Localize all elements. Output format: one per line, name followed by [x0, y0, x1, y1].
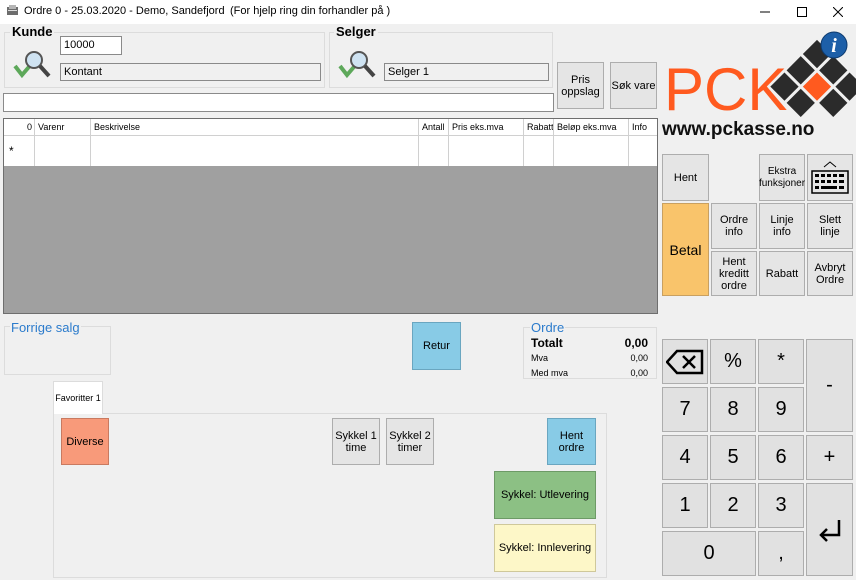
key-5[interactable]: 5	[710, 435, 756, 480]
key-7[interactable]: 7	[662, 387, 708, 432]
avbryt-ordre-button[interactable]: Avbryt Ordre	[807, 251, 853, 296]
ordre-info-button[interactable]: Ordre info	[711, 203, 757, 249]
slett-linje-button[interactable]: Slett linje	[807, 203, 853, 249]
seller-name-field: Selger 1	[384, 63, 549, 81]
grid-column-header: Rabatt	[524, 119, 554, 135]
help-text: (For hjelp ring din forhandler på )	[230, 5, 391, 17]
grid-column-header: Antall	[419, 119, 449, 135]
maximize-icon	[797, 7, 807, 17]
key-8[interactable]: 8	[710, 387, 756, 432]
mva-label: Mva	[531, 353, 549, 363]
grid-column-header: 0	[4, 119, 35, 135]
key-2[interactable]: 2	[710, 483, 756, 528]
totalt-value: 0,00	[624, 336, 648, 350]
retur-button[interactable]: Retur	[412, 322, 461, 370]
logo-text: PCK	[664, 56, 787, 123]
grid-column-header: Beskrivelse	[91, 119, 419, 135]
sykkel-utlevering-button[interactable]: Sykkel: Utlevering	[494, 471, 596, 519]
grid-new-row[interactable]: *	[4, 136, 657, 166]
sok-vare-button[interactable]: Søk vare	[610, 62, 657, 109]
linje-info-button[interactable]: Linje info	[759, 203, 805, 249]
percent-key[interactable]: %	[710, 339, 756, 384]
svg-text:i: i	[831, 35, 837, 57]
plus-key[interactable]: +	[806, 435, 853, 480]
title-bar: Ordre 0 - 25.03.2020 - Demo, Sandefjord …	[0, 0, 856, 24]
keyboard-button[interactable]	[807, 154, 853, 201]
key-0[interactable]: 0	[662, 531, 756, 576]
selger-label: Selger	[334, 24, 378, 39]
rabatt-button[interactable]: Rabatt	[759, 251, 805, 296]
backspace-icon	[666, 349, 704, 374]
comma-key[interactable]: ,	[758, 531, 804, 576]
minus-key[interactable]: -	[806, 339, 853, 432]
customer-number-field[interactable]: 10000	[60, 36, 122, 55]
key-9[interactable]: 9	[758, 387, 804, 432]
minimize-icon	[760, 11, 770, 13]
enter-icon	[818, 519, 840, 542]
med-mva-label: Med mva	[531, 368, 569, 378]
close-icon	[833, 7, 843, 17]
key-3[interactable]: 3	[758, 483, 804, 528]
customer-name-field: Kontant	[60, 63, 321, 81]
logo-url: www.pckasse.no	[662, 119, 814, 140]
key-6[interactable]: 6	[758, 435, 804, 480]
grid-header: 0 Varenr Beskrivelse Antall Pris eks.mva…	[4, 119, 657, 136]
keyboard-icon	[811, 160, 849, 194]
grid-column-header: Beløp eks.mva	[554, 119, 629, 135]
hent-ordre-button[interactable]: Hent ordre	[547, 418, 596, 465]
betal-button[interactable]: Betal	[662, 203, 709, 296]
hent-button[interactable]: Hent	[662, 154, 709, 201]
order-lines-grid[interactable]: 0 Varenr Beskrivelse Antall Pris eks.mva…	[3, 118, 658, 314]
enter-key[interactable]	[806, 483, 853, 576]
backspace-key[interactable]	[662, 339, 708, 384]
multiply-key[interactable]: *	[758, 339, 804, 384]
grid-column-header: Varenr	[35, 119, 91, 135]
key-4[interactable]: 4	[662, 435, 708, 480]
close-button[interactable]	[820, 0, 856, 24]
ordre-label: Ordre	[530, 320, 566, 335]
ekstra-funksjoner-button[interactable]: Ekstra funksjoner	[759, 154, 805, 201]
product-search-input[interactable]	[3, 93, 554, 112]
seller-search-icon[interactable]	[338, 48, 376, 80]
sykkel-1-time-button[interactable]: Sykkel 1 time	[332, 418, 380, 465]
info-icon[interactable]: i	[819, 30, 849, 60]
maximize-button[interactable]	[784, 0, 820, 24]
new-row-marker: *	[4, 136, 35, 166]
sykkel-innlevering-button[interactable]: Sykkel: Innlevering	[494, 524, 596, 572]
forrige-salg-label: Forrige salg	[10, 320, 81, 335]
totalt-label: Totalt	[531, 336, 563, 350]
minimize-button[interactable]	[747, 0, 783, 24]
tab-favoritter-1[interactable]: Favoritter 1	[53, 381, 103, 414]
grid-column-header: Info	[632, 122, 648, 132]
pris-oppslag-button[interactable]: Pris oppslag	[557, 62, 604, 109]
mva-value: 0,00	[630, 353, 648, 363]
hent-kreditt-ordre-button[interactable]: Hent kreditt ordre	[711, 251, 757, 296]
diverse-button[interactable]: Diverse	[61, 418, 109, 465]
kunde-label: Kunde	[10, 24, 55, 39]
grid-column-header: Pris eks.mva	[449, 119, 524, 135]
key-1[interactable]: 1	[662, 483, 708, 528]
customer-search-icon[interactable]	[13, 48, 51, 80]
window-title: Ordre 0 - 25.03.2020 - Demo, Sandefjord	[24, 5, 225, 17]
sykkel-2-timer-button[interactable]: Sykkel 2 timer	[386, 418, 434, 465]
app-icon	[7, 5, 18, 15]
med-mva-value: 0,00	[630, 368, 648, 378]
